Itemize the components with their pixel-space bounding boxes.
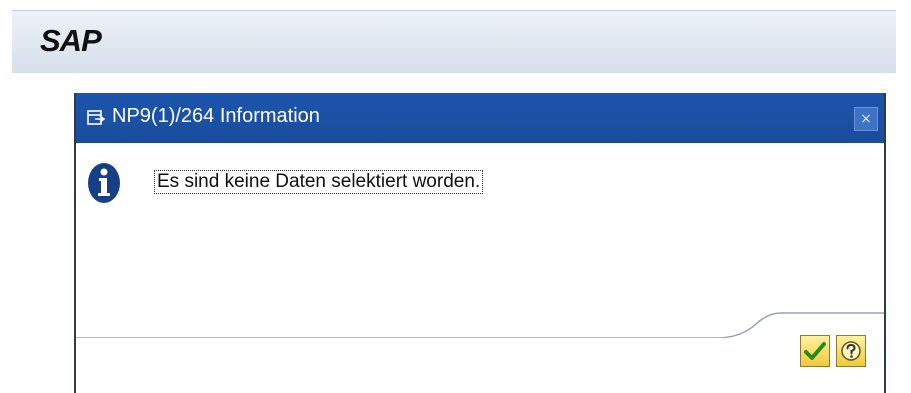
help-icon bbox=[841, 341, 861, 361]
help-button[interactable] bbox=[836, 335, 866, 367]
close-icon: × bbox=[860, 111, 872, 127]
checkmark-icon bbox=[804, 342, 826, 360]
dialog-title: NP9(1)/264 Information bbox=[112, 105, 320, 127]
dialog-message: Es sind keine Daten selektiert worden. bbox=[154, 170, 484, 194]
confirm-button[interactable] bbox=[800, 335, 830, 367]
close-button[interactable]: × bbox=[854, 107, 878, 131]
dialog-titlebar: NP9(1)/264 Information × bbox=[76, 93, 884, 143]
sap-logo: SAP bbox=[40, 23, 102, 58]
app-header: SAP bbox=[12, 10, 896, 73]
footer-divider bbox=[76, 312, 884, 338]
info-icon bbox=[86, 161, 122, 205]
dialog-window-icon bbox=[86, 108, 106, 128]
information-dialog: NP9(1)/264 Information × Es sind keine D… bbox=[74, 93, 886, 393]
